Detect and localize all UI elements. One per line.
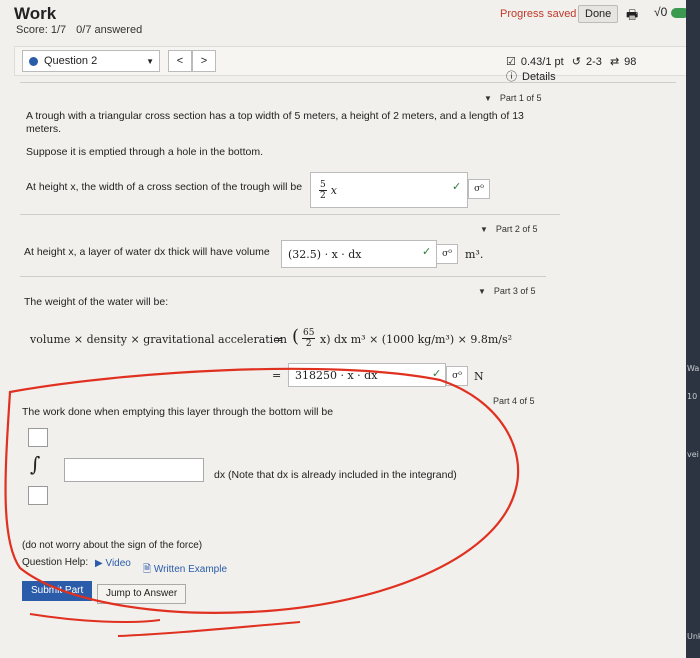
- next-question-button[interactable]: >: [192, 50, 216, 72]
- weight-equals: =: [274, 333, 284, 346]
- retries-icon: ⇄: [609, 56, 620, 68]
- preview-icon[interactable]: σ⁰: [468, 179, 490, 199]
- written-example-link[interactable]: 🗎 Written Example: [143, 562, 227, 579]
- check-icon: ✓: [432, 368, 442, 380]
- weight-fraction: 65 2: [302, 328, 316, 349]
- volume-prompt: At height x, a layer of water dx thick w…: [24, 246, 270, 258]
- answered-count: 0/7 answered: [76, 24, 143, 36]
- weight-formula-right: x) dx m³ × (1000 kg/m³) × 9.8m/s²: [320, 333, 513, 346]
- question-help-label: Question Help:: [22, 557, 89, 568]
- upper-limit-field[interactable]: [28, 428, 48, 447]
- lower-limit-field[interactable]: [28, 486, 48, 505]
- width-answer-field[interactable]: 52 x: [310, 172, 468, 208]
- question-meta: ☑ 0.43/1 pt ↺ 2-3 ⇄ 98 ⓘ Details: [506, 55, 686, 84]
- integrand-field[interactable]: [64, 458, 204, 482]
- document-icon: 🗎: [143, 564, 154, 575]
- integral-sign: ∫: [30, 452, 41, 476]
- preview-icon[interactable]: σ⁰: [446, 366, 468, 386]
- check-icon: ✓: [452, 181, 462, 193]
- work-prompt: The work done when emptying this layer t…: [22, 406, 334, 418]
- retries: 98: [624, 56, 637, 68]
- score-line: Score: 1/7 0/7 answered: [16, 24, 142, 36]
- preview-icon[interactable]: σ⁰: [436, 244, 458, 264]
- done-button[interactable]: Done: [578, 5, 619, 23]
- integrand-note: dx (Note that dx is already included in …: [214, 469, 457, 481]
- check-icon: ✓: [422, 246, 432, 258]
- print-icon[interactable]: 🖶: [626, 6, 638, 28]
- score: Score: 1/7: [16, 24, 67, 36]
- page: Work Score: 1/7 0/7 answered Progress sav…: [0, 0, 700, 658]
- force-note: (do not worry about the sign of the forc…: [22, 540, 203, 551]
- prev-question-button[interactable]: <: [168, 50, 192, 72]
- progress-saved: Progress saved: [500, 8, 577, 20]
- weight-prompt: The weight of the water will be:: [24, 296, 169, 308]
- background-window-strip: Wa 10 vei Unk: [686, 0, 700, 658]
- chevron-down-icon: ▼: [146, 56, 154, 66]
- part-2-header[interactable]: ▼ Part 2 of 5: [480, 224, 537, 234]
- weight-unit: N: [474, 370, 484, 383]
- points-icon: ☑: [506, 56, 516, 68]
- submit-part-button[interactable]: Submit Part: [22, 581, 93, 601]
- part-1-header[interactable]: ▼ Part 1 of 5: [484, 93, 541, 103]
- jump-to-answer-button[interactable]: Jump to Answer: [97, 584, 187, 604]
- question-select[interactable]: Question 2 ▼: [22, 50, 160, 72]
- question-status-dot: [29, 56, 38, 66]
- part-4-label: Part 4 of 5: [493, 396, 535, 406]
- weight-answer-field[interactable]: 318250 · x · dx: [288, 363, 446, 387]
- collapse-icon: ▼: [484, 94, 492, 103]
- problem-intro: A trough with a triangular cross section…: [26, 110, 524, 135]
- video-icon: ▶: [95, 558, 106, 569]
- divider: [20, 214, 560, 215]
- divider: [20, 82, 676, 83]
- video-link[interactable]: ▶ Video: [95, 558, 131, 569]
- width-prompt: At height x, the width of a cross sectio…: [26, 181, 303, 193]
- divider: [20, 276, 546, 277]
- problem-suppose: Suppose it is emptied through a hole in …: [26, 146, 263, 158]
- collapse-icon: ▼: [480, 225, 488, 234]
- points: 0.43/1 pt: [520, 56, 564, 68]
- volume-answer-field[interactable]: (32.5) · x · dx: [281, 240, 437, 268]
- weight-formula-left: volume × density × gravitational acceler…: [30, 333, 287, 346]
- attempts: 2-3: [585, 56, 602, 68]
- part-3-header[interactable]: ▼ Part 3 of 5: [478, 286, 535, 296]
- math-toggle-icon[interactable]: √0: [654, 5, 667, 19]
- volume-unit: m³.: [465, 248, 484, 261]
- paren-open: (: [292, 326, 300, 347]
- weight-equals-2: =: [272, 369, 282, 382]
- question-label: Question 2: [44, 55, 98, 67]
- attempts-icon: ↺: [571, 56, 581, 68]
- page-title: Work: [14, 4, 57, 23]
- collapse-icon: ▼: [478, 287, 486, 296]
